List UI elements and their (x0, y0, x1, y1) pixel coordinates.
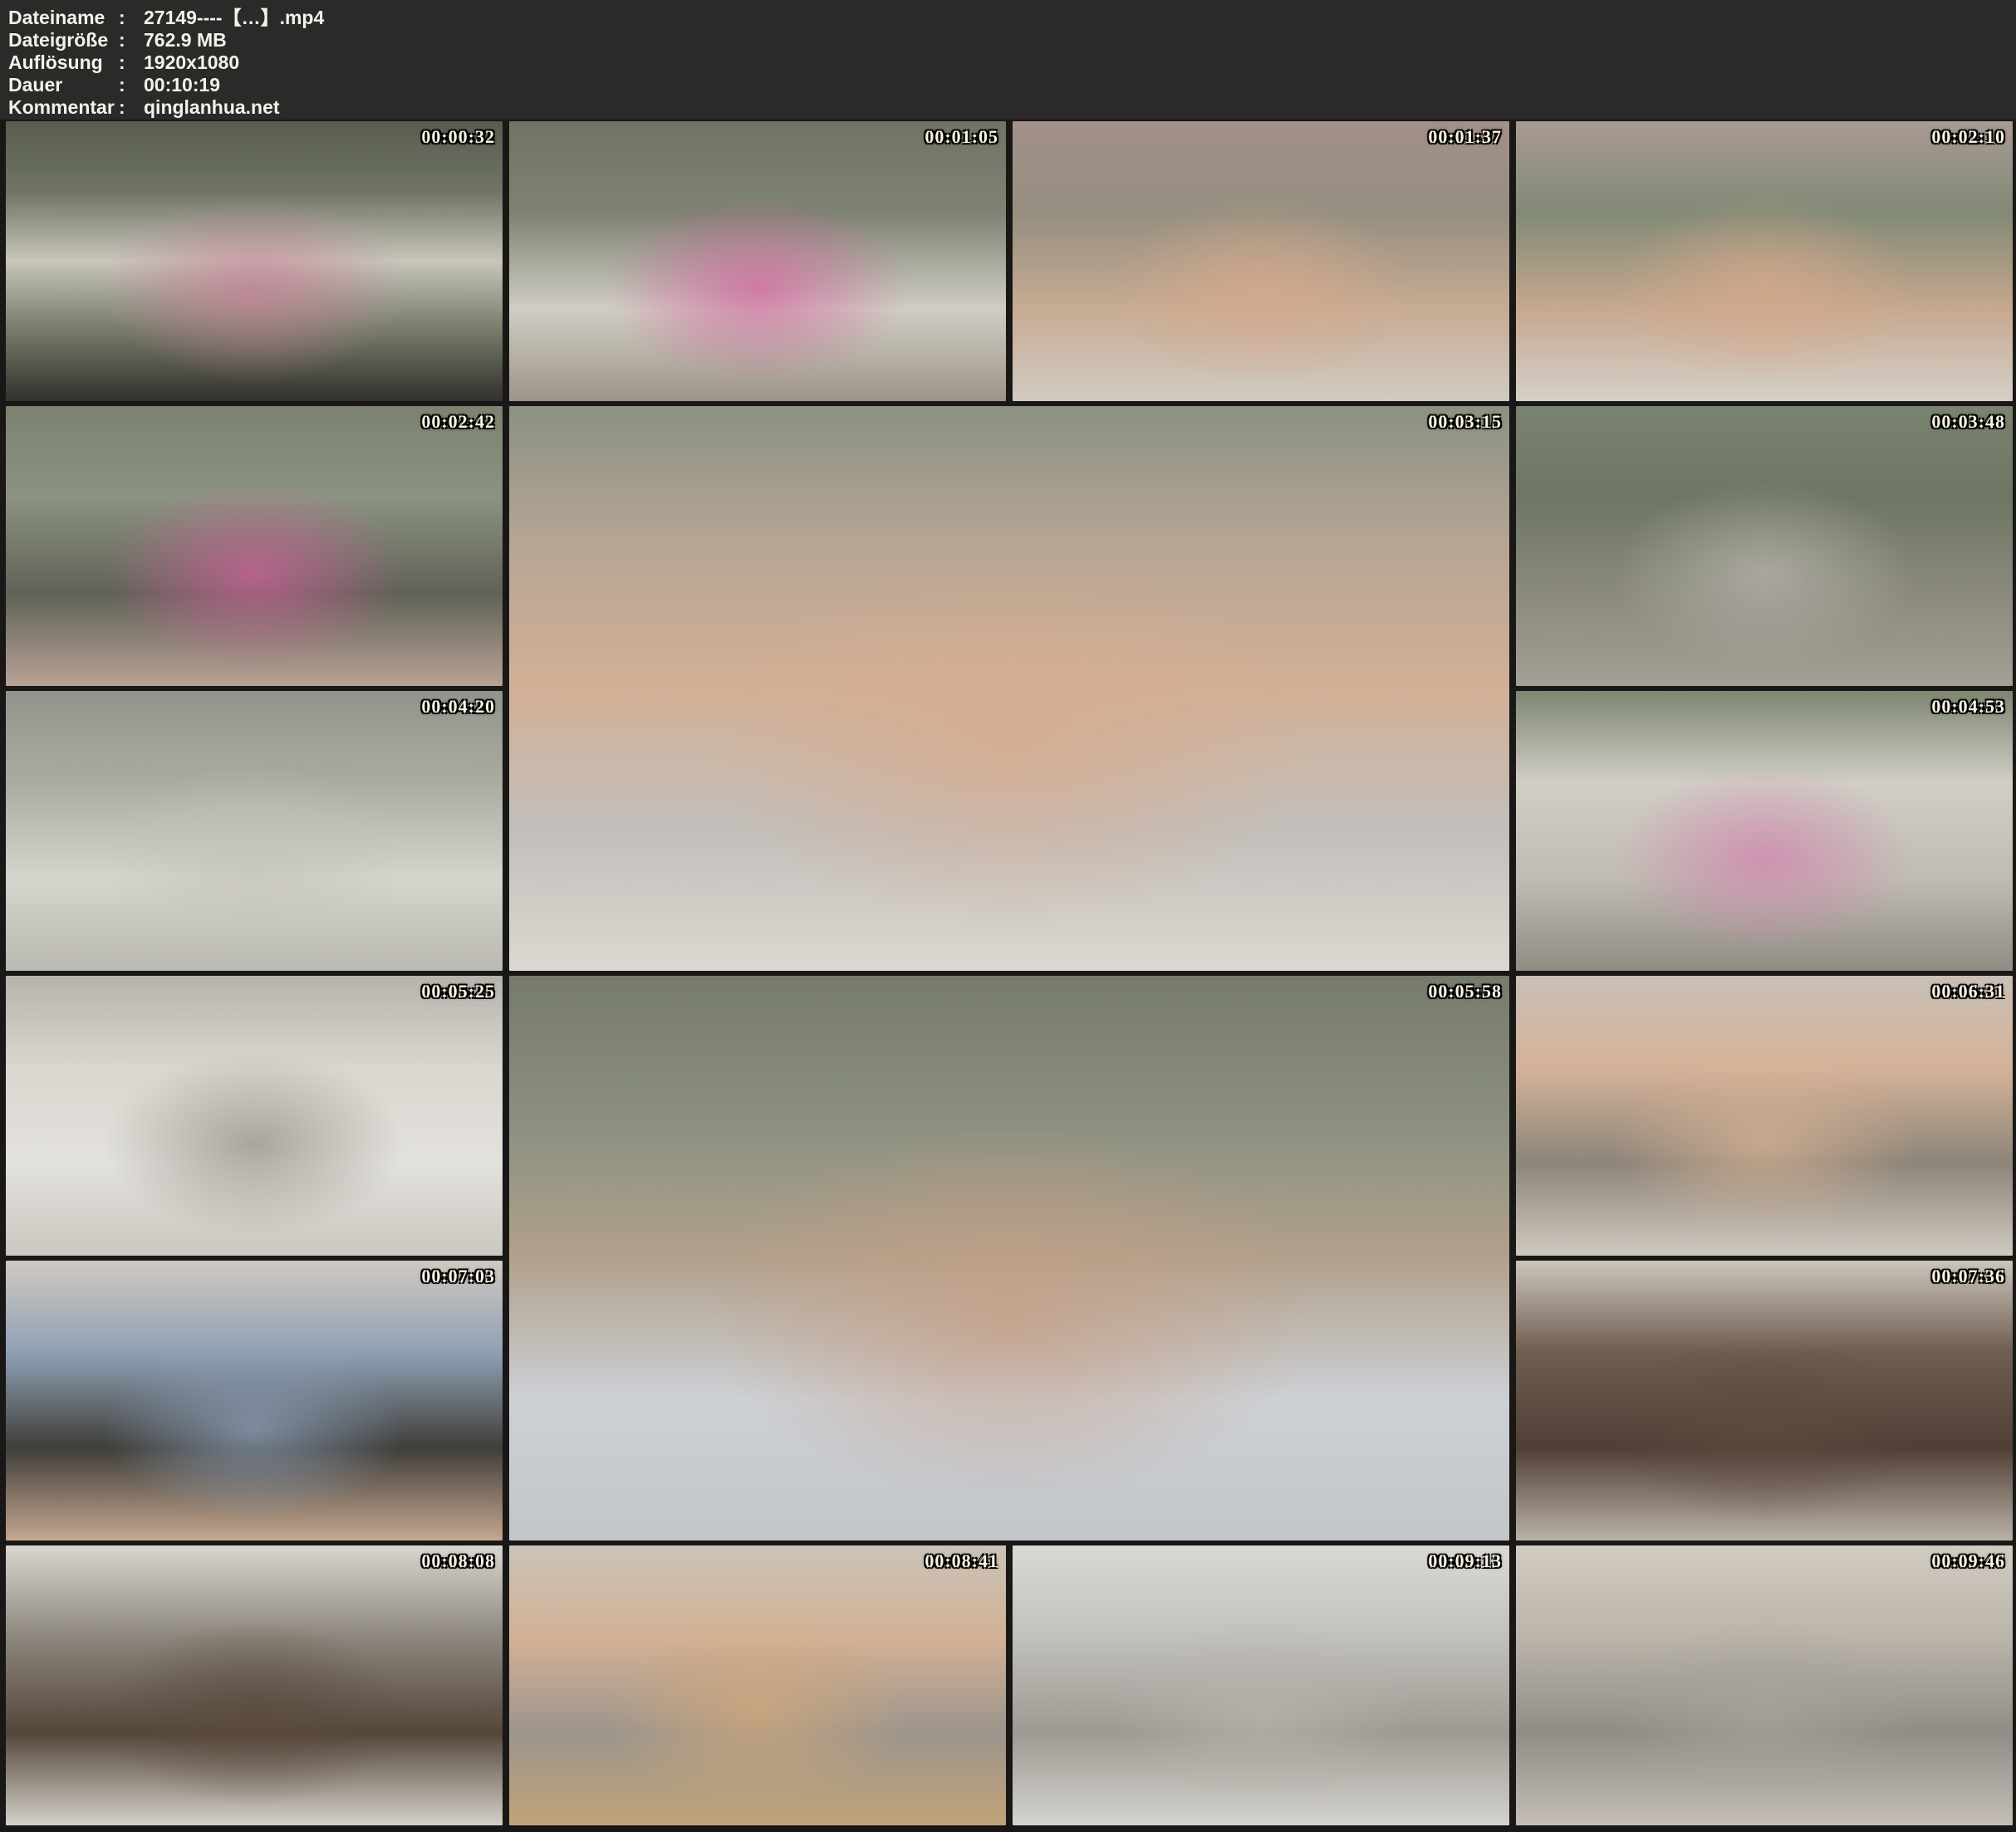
duration-colon: : (119, 74, 144, 96)
timestamp-overlay: 00:07:03 (421, 1266, 495, 1287)
video-thumbnail-18[interactable]: 00:09:46 (1516, 1545, 2013, 1825)
timestamp-overlay: 00:03:15 (1428, 411, 1502, 433)
thumbnail-placeholder-art (509, 121, 1006, 401)
filesize-value: 762.9 MB (144, 29, 227, 51)
video-thumbnail-2[interactable]: 00:01:05 (509, 121, 1006, 401)
thumbnail-placeholder-art (6, 1545, 503, 1825)
video-thumbnail-15[interactable]: 00:08:08 (6, 1545, 503, 1825)
video-thumbnail-13[interactable]: 00:07:03 (6, 1261, 503, 1541)
timestamp-overlay: 00:04:20 (421, 696, 495, 718)
thumbnail-placeholder-art (1516, 691, 2013, 971)
timestamp-overlay: 00:09:46 (1931, 1550, 2005, 1572)
filename-label: Dateiname (8, 7, 119, 29)
timestamp-overlay: 00:01:37 (1428, 126, 1502, 148)
video-thumbnail-5[interactable]: 00:02:42 (6, 406, 503, 686)
timestamp-overlay: 00:06:31 (1931, 981, 2005, 1002)
video-thumbnail-4[interactable]: 00:02:10 (1516, 121, 2013, 401)
timestamp-overlay: 00:04:53 (1931, 696, 2005, 718)
timestamp-overlay: 00:09:13 (1428, 1550, 1502, 1572)
video-thumbnail-7[interactable]: 00:03:48 (1516, 406, 2013, 686)
thumbnail-placeholder-art (1013, 1545, 1509, 1825)
thumbnail-grid: 00:00:32 00:01:05 00:01:37 00:02:10 00:0… (6, 121, 2013, 1825)
meta-row-filename: Dateiname : 27149----【…】.mp4 (8, 7, 2016, 29)
contact-sheet-page: Dateiname : 27149----【…】.mp4 Dateigröße … (0, 0, 2016, 1832)
filename-value: 27149----【…】.mp4 (144, 7, 324, 29)
video-thumbnail-1[interactable]: 00:00:32 (6, 121, 503, 401)
timestamp-overlay: 00:00:32 (421, 126, 495, 148)
timestamp-overlay: 00:02:10 (1931, 126, 2005, 148)
timestamp-overlay: 00:03:48 (1931, 411, 2005, 433)
resolution-colon: : (119, 51, 144, 74)
video-thumbnail-11[interactable]: 00:05:58 (509, 976, 1509, 1541)
timestamp-overlay: 00:02:42 (421, 411, 495, 433)
thumbnail-placeholder-art (6, 691, 503, 971)
comment-label: Kommentar (8, 96, 119, 119)
comment-value: qinglanhua.net (144, 96, 280, 119)
filename-colon: : (119, 7, 144, 29)
thumbnail-placeholder-art (1013, 121, 1509, 401)
meta-row-filesize: Dateigröße : 762.9 MB (8, 29, 2016, 51)
video-thumbnail-14[interactable]: 00:07:36 (1516, 1261, 2013, 1541)
thumbnail-placeholder-art (509, 976, 1509, 1541)
video-thumbnail-8[interactable]: 00:04:20 (6, 691, 503, 971)
thumbnail-placeholder-art (1516, 976, 2013, 1256)
meta-row-duration: Dauer : 00:10:19 (8, 74, 2016, 96)
duration-label: Dauer (8, 74, 119, 96)
thumbnail-placeholder-art (1516, 1545, 2013, 1825)
thumbnail-placeholder-art (509, 406, 1509, 971)
filesize-colon: : (119, 29, 144, 51)
thumbnail-placeholder-art (6, 121, 503, 401)
timestamp-overlay: 00:07:36 (1931, 1266, 2005, 1287)
timestamp-overlay: 00:08:08 (421, 1550, 495, 1572)
resolution-label: Auflösung (8, 51, 119, 74)
file-info-panel: Dateiname : 27149----【…】.mp4 Dateigröße … (0, 0, 2016, 120)
video-thumbnail-16[interactable]: 00:08:41 (509, 1545, 1006, 1825)
meta-row-comment: Kommentar : qinglanhua.net (8, 96, 2016, 119)
timestamp-overlay: 00:05:25 (421, 981, 495, 1002)
duration-value: 00:10:19 (144, 74, 220, 96)
timestamp-overlay: 00:08:41 (925, 1550, 998, 1572)
comment-colon: : (119, 96, 144, 119)
thumbnail-placeholder-art (1516, 406, 2013, 686)
timestamp-overlay: 00:05:58 (1428, 981, 1502, 1002)
meta-row-resolution: Auflösung : 1920x1080 (8, 51, 2016, 74)
video-thumbnail-17[interactable]: 00:09:13 (1013, 1545, 1509, 1825)
video-thumbnail-12[interactable]: 00:06:31 (1516, 976, 2013, 1256)
filesize-label: Dateigröße (8, 29, 119, 51)
thumbnail-placeholder-art (6, 1261, 503, 1541)
video-thumbnail-3[interactable]: 00:01:37 (1013, 121, 1509, 401)
thumbnail-placeholder-art (1516, 121, 2013, 401)
thumbnail-placeholder-art (1516, 1261, 2013, 1541)
thumbnail-placeholder-art (6, 976, 503, 1256)
timestamp-overlay: 00:01:05 (925, 126, 998, 148)
video-thumbnail-9[interactable]: 00:04:53 (1516, 691, 2013, 971)
resolution-value: 1920x1080 (144, 51, 239, 74)
thumbnail-placeholder-art (509, 1545, 1006, 1825)
video-thumbnail-6[interactable]: 00:03:15 (509, 406, 1509, 971)
thumbnail-placeholder-art (6, 406, 503, 686)
video-thumbnail-10[interactable]: 00:05:25 (6, 976, 503, 1256)
